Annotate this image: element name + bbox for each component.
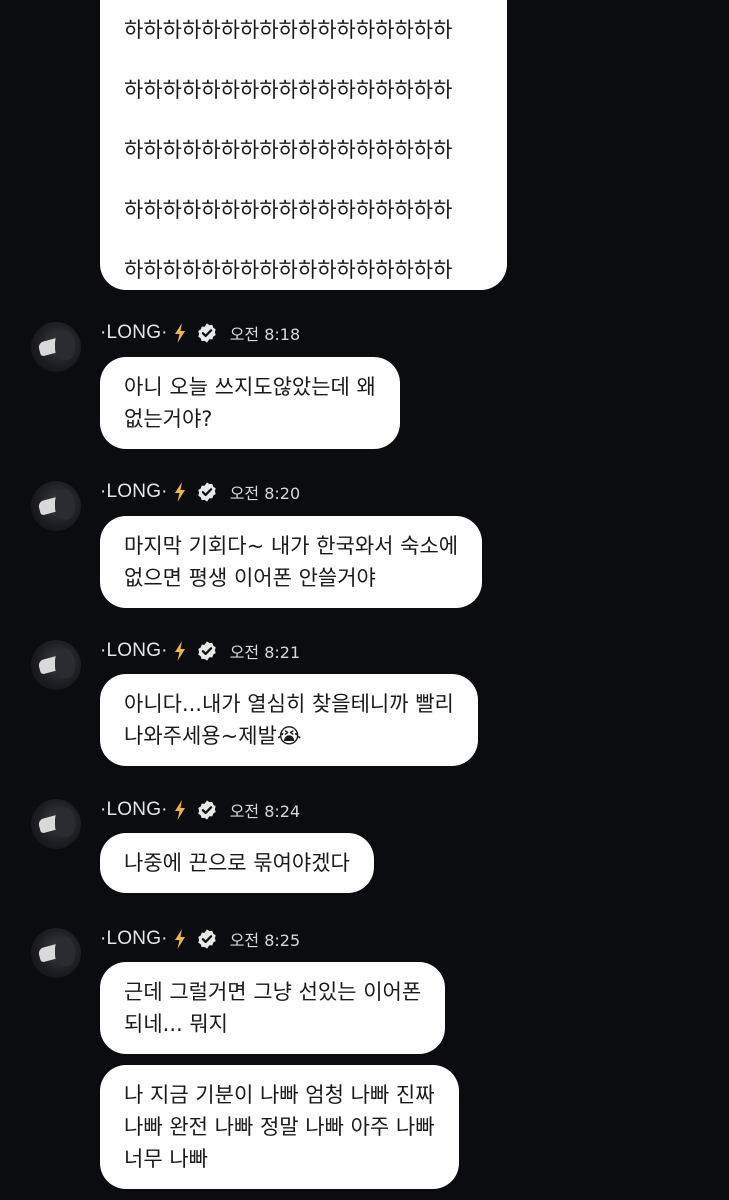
message-text: 나빠 완전 나빠 정말 나빠 아주 나빠 — [124, 1115, 435, 1139]
message-header: ·LONG· 오전 8:24 — [100, 798, 300, 822]
message-text: 나와주세용~제발😭 — [124, 724, 302, 748]
message-text: 나 지금 기분이 나빠 엄청 나빠 진짜 — [124, 1083, 435, 1107]
timestamp: 오전 8:25 — [229, 931, 301, 950]
verified-badge-icon — [197, 929, 216, 949]
lightning-bolt-icon — [174, 323, 185, 343]
timestamp: 오전 8:24 — [229, 802, 301, 821]
message-text: 하하하하하하하하하하하하하하하하하 — [124, 258, 453, 282]
message-text: 근데 그럴거면 그냥 선있는 이어폰 — [124, 980, 422, 1004]
message-bubble[interactable]: 마지막 기회다~ 내가 한국와서 숙소에 없으면 평생 이어폰 안쓸거야 — [100, 516, 483, 608]
sender-name[interactable]: ·LONG· — [100, 322, 168, 344]
avatar[interactable] — [31, 799, 81, 849]
sender-name[interactable]: ·LONG· — [100, 640, 168, 662]
sender-name[interactable]: ·LONG· — [100, 799, 168, 821]
message-text: 하하하하하하하하하하하하하하하하하 — [124, 78, 453, 102]
timestamp: 오전 8:18 — [229, 325, 301, 344]
message-text: 없으면 평생 이어폰 안쓸거야 — [124, 566, 376, 590]
avatar[interactable] — [31, 481, 81, 531]
message-header: ·LONG· 오전 8:21 — [100, 639, 300, 663]
sender-name[interactable]: ·LONG· — [100, 928, 168, 950]
message-bubble[interactable]: 근데 그럴거면 그냥 선있는 이어폰 되네... 뭐지 — [100, 962, 446, 1054]
message-bubble[interactable]: 아니 오늘 쓰지도않았는데 왜 없는거야? — [100, 357, 400, 449]
verified-badge-icon — [197, 323, 216, 343]
avatar[interactable] — [31, 322, 81, 372]
timestamp: 오전 8:21 — [229, 643, 301, 662]
message-bubble[interactable]: 나중에 끈으로 묶여야겠다 — [100, 833, 374, 893]
message-text: 없는거야? — [124, 407, 213, 431]
message-text: 마지막 기회다~ 내가 한국와서 숙소에 — [124, 534, 459, 558]
verified-badge-icon — [197, 482, 216, 502]
sender-name[interactable]: ·LONG· — [100, 481, 168, 503]
verified-badge-icon — [197, 641, 216, 661]
message-header: ·LONG· 오전 8:20 — [100, 480, 300, 504]
message-text: 되네... 뭐지 — [124, 1012, 228, 1036]
message-bubble[interactable]: 아니다...내가 열심히 찾을테니까 빨리 나와주세용~제발😭 — [100, 674, 478, 766]
lightning-bolt-icon — [174, 929, 185, 949]
message-bubble[interactable]: 나 지금 기분이 나빠 엄청 나빠 진짜 나빠 완전 나빠 정말 나빠 아주 나… — [100, 1065, 459, 1189]
lightning-bolt-icon — [174, 800, 185, 820]
message-text: 하하하하하하하하하하하하하하하하하 — [124, 138, 453, 162]
message-bubble[interactable]: 하하하하하하하하하하하하하하하하하 하하하하하하하하하하하하하하하하하 하하하하… — [100, 0, 507, 290]
message-text: 아니 오늘 쓰지도않았는데 왜 — [124, 375, 376, 399]
avatar[interactable] — [31, 928, 81, 978]
message-text: 아니다...내가 열심히 찾을테니까 빨리 — [124, 692, 454, 716]
message-text: 나중에 끈으로 묶여야겠다 — [124, 851, 350, 875]
message-header: ·LONG· 오전 8:18 — [100, 321, 300, 345]
message-text: 하하하하하하하하하하하하하하하하하 — [124, 18, 453, 42]
lightning-bolt-icon — [174, 482, 185, 502]
verified-badge-icon — [197, 800, 216, 820]
message-text: 너무 나빠 — [124, 1147, 208, 1171]
message-header: ·LONG· 오전 8:25 — [100, 927, 300, 951]
message-text: 하하하하하하하하하하하하하하하하하 — [124, 198, 453, 222]
timestamp: 오전 8:20 — [229, 484, 301, 503]
lightning-bolt-icon — [174, 641, 185, 661]
avatar[interactable] — [31, 640, 81, 690]
